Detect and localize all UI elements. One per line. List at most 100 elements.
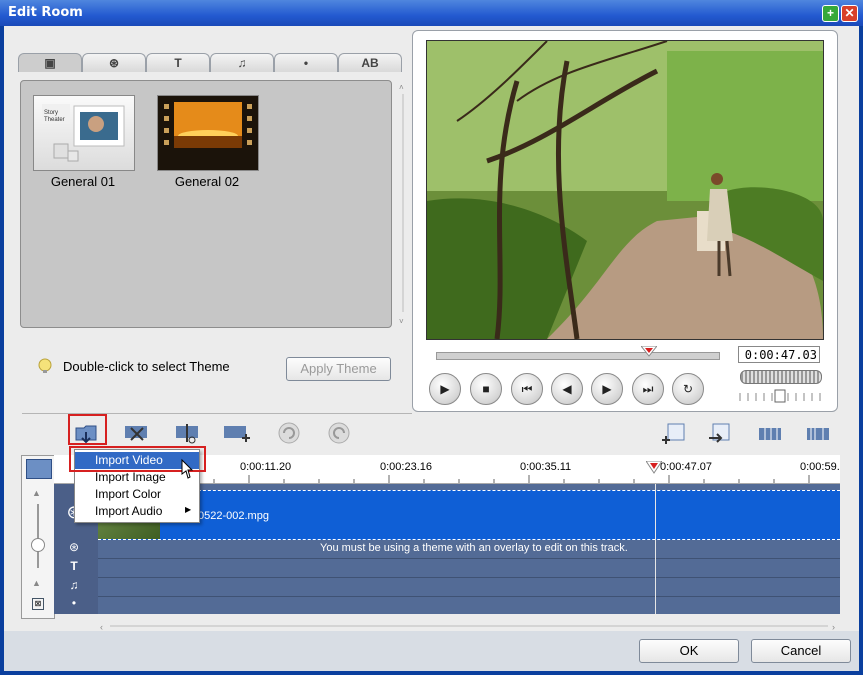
trim-button[interactable] <box>121 420 151 446</box>
theme-thumb-general-02[interactable] <box>157 95 259 171</box>
repeat-button[interactable]: ↻ <box>672 373 704 405</box>
storyboard-view-icon <box>807 428 829 440</box>
theme-label: General 02 <box>174 174 240 189</box>
audio-track[interactable] <box>98 577 840 597</box>
theme-preview-image <box>158 96 258 170</box>
svg-text:˄: ˄ <box>399 83 404 92</box>
video-frame-image <box>427 41 823 339</box>
playhead-marker-icon[interactable] <box>645 460 663 480</box>
theme-thumb-general-01[interactable]: Story Theater <box>33 95 135 171</box>
svg-text:Story: Story <box>44 110 58 116</box>
overlay-track[interactable]: You must be using a theme with an overla… <box>98 538 840 559</box>
reel-icon: ⊛ <box>108 56 120 70</box>
redo-icon <box>328 422 350 444</box>
skip-end-icon: ⏭ <box>642 381 654 396</box>
zoom-out-icon[interactable]: ▲ <box>32 578 41 588</box>
ok-button[interactable]: OK <box>639 639 739 663</box>
theme-library: Story Theater General 01 General 02 <box>20 80 392 328</box>
split-clip-icon <box>176 424 198 444</box>
seek-bar[interactable] <box>436 352 720 360</box>
tab-text[interactable]: AB <box>338 53 402 72</box>
step-forward-icon: ▶ <box>602 382 612 396</box>
tab-effects[interactable]: • <box>274 53 338 72</box>
video-track[interactable]: 0522-002.mpg <box>98 490 840 540</box>
title-bar: Edit Room + ✕ <box>0 0 863 26</box>
timeline-view-button[interactable] <box>755 420 785 446</box>
add-clip-button[interactable] <box>222 420 252 446</box>
split-button[interactable] <box>172 420 202 446</box>
jog-wheel[interactable] <box>740 370 822 384</box>
storyboard-view-button[interactable] <box>803 420 833 446</box>
theme-preview-image: Story Theater <box>42 104 125 162</box>
previous-frame-button[interactable]: ◀ <box>551 373 583 405</box>
zoom-slider-thumb[interactable] <box>31 538 45 552</box>
next-frame-button[interactable]: ▶ <box>591 373 623 405</box>
mouse-cursor-icon <box>180 458 194 485</box>
music-track[interactable] <box>98 596 840 614</box>
music-track-icon: • <box>71 596 77 610</box>
repeat-icon: ↻ <box>682 382 694 396</box>
export-button[interactable] <box>705 420 735 446</box>
trim-clip-icon <box>125 426 147 441</box>
go-to-start-button[interactable]: ⏮ <box>511 373 543 405</box>
timeline-film-icon[interactable] <box>26 459 52 479</box>
menu-item-import-color[interactable]: Import Color <box>75 486 199 503</box>
window-title: Edit Room <box>8 5 83 20</box>
music-icon: ♫ <box>237 56 247 70</box>
go-to-end-button[interactable]: ⏭ <box>632 373 664 405</box>
svg-text:‹: ‹ <box>100 622 103 631</box>
stop-icon: ■ <box>482 382 490 396</box>
edit-room-window: Edit Room + ✕ ▣ ⊛ T ♫ • AB Story Theater… <box>0 0 863 675</box>
stop-button[interactable]: ■ <box>470 373 502 405</box>
title-track-icon: T <box>70 559 78 573</box>
video-clip-name: 0522-002.mpg <box>198 510 269 522</box>
help-button[interactable]: + <box>822 5 839 22</box>
playhead-line <box>655 484 656 614</box>
title-icon: T <box>174 56 182 70</box>
seek-marker-icon[interactable] <box>639 345 659 363</box>
zoom-slider[interactable] <box>37 504 39 568</box>
volume-slider[interactable] <box>738 389 822 403</box>
undo-button[interactable] <box>274 420 304 446</box>
theme-hint: Double-click to select Theme <box>63 359 230 374</box>
theme-label: General 01 <box>50 174 116 189</box>
insert-clip-icon <box>662 423 685 444</box>
timeline-zoom-panel: ▲ ▲ ⊠ <box>21 455 55 619</box>
tab-themes[interactable]: ▣ <box>18 53 82 72</box>
play-button[interactable]: ▶ <box>429 373 461 405</box>
ab-icon: AB <box>361 56 379 70</box>
tab-titles[interactable]: T <box>146 53 210 72</box>
tab-audio[interactable]: ♫ <box>210 53 274 72</box>
lightbulb-icon <box>37 358 53 374</box>
submenu-arrow-icon: ▶ <box>185 505 192 514</box>
fit-icon[interactable]: ⊠ <box>32 598 44 610</box>
close-button[interactable]: ✕ <box>841 5 858 22</box>
svg-text:Theater: Theater <box>44 117 65 123</box>
overlay-track-icon: ⊛ <box>68 540 80 554</box>
tab-transitions[interactable]: ⊛ <box>82 53 146 72</box>
effects-icon: • <box>303 56 309 70</box>
play-icon: ▶ <box>440 382 450 396</box>
title-track[interactable] <box>98 558 840 578</box>
redo-button[interactable] <box>324 420 354 446</box>
audio-track-icon: ♫ <box>69 578 79 592</box>
step-back-icon: ◀ <box>562 382 572 396</box>
timeline-scrollbar[interactable]: ‹ › <box>100 618 840 632</box>
overlay-track-message: You must be using a theme with an overla… <box>320 542 628 554</box>
cancel-button[interactable]: Cancel <box>751 639 851 663</box>
timeline-view-icon <box>759 428 781 440</box>
timecode-field[interactable]: 0:00:47.03 <box>738 346 820 363</box>
export-clip-icon <box>709 423 730 443</box>
film-icon: ▣ <box>44 56 56 70</box>
library-tabs: ▣ ⊛ T ♫ • AB <box>18 53 402 73</box>
undo-icon <box>278 422 300 444</box>
insert-button[interactable] <box>660 420 690 446</box>
highlight-import-button <box>68 414 107 445</box>
video-preview <box>426 40 824 340</box>
skip-start-icon: ⏮ <box>521 381 533 396</box>
apply-theme-button[interactable]: Apply Theme <box>286 357 391 381</box>
svg-text:›: › <box>832 622 835 631</box>
menu-item-import-audio[interactable]: Import Audio <box>75 503 199 520</box>
theme-scrollbar[interactable]: ˄ ˅ <box>398 80 408 326</box>
zoom-in-icon[interactable]: ▲ <box>32 488 41 498</box>
